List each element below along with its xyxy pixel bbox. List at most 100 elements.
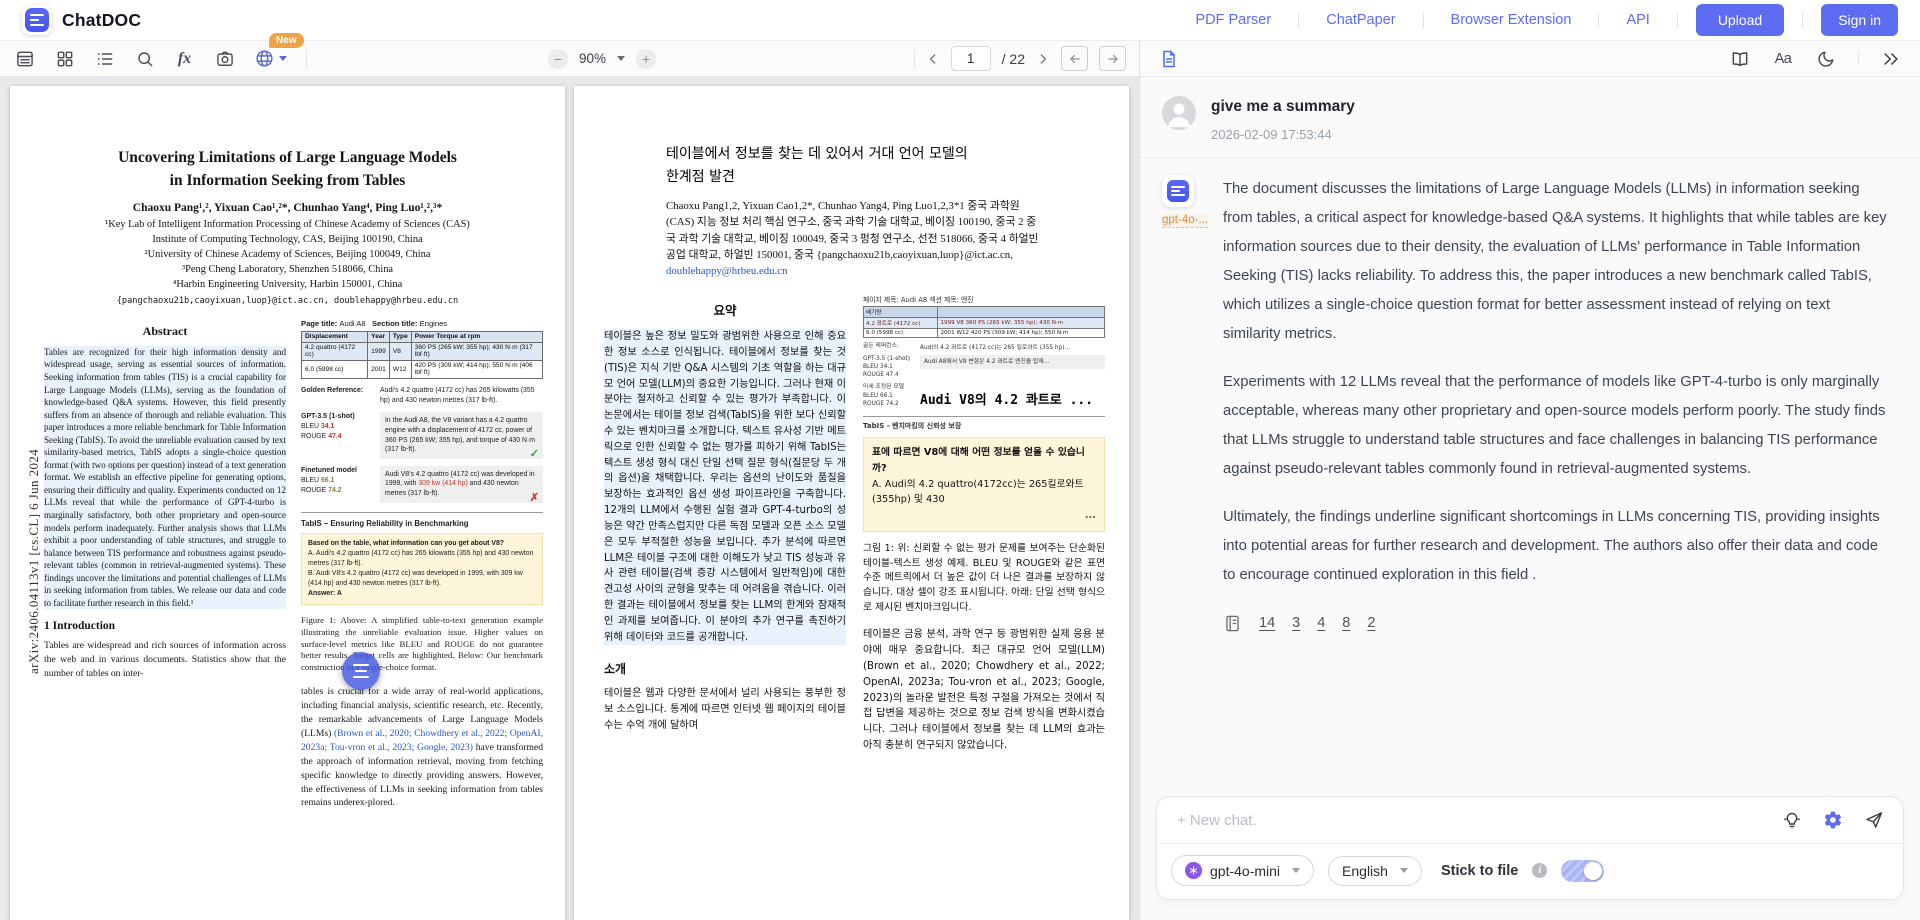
figure-example-table: Displacement Year Type Power Torque at r… (301, 331, 543, 379)
chatdoc-logo-icon (22, 5, 52, 35)
model-tag: gpt-4o-... (1162, 214, 1208, 228)
page-grid-icon[interactable] (54, 48, 75, 69)
translated-abstract-text: 테이블은 높은 정보 밀도와 광범위한 사용으로 인해 중요한 정보 소스로 인… (604, 329, 846, 645)
pdf-canvas-area[interactable]: arXiv:2406.04113v1 [cs.CL] 6 Jun 2024 Un… (0, 77, 1139, 920)
zoom-level[interactable]: 90% (579, 51, 606, 66)
introduction-text: Tables are widespread and rich sources o… (44, 639, 286, 681)
previous-page-icon[interactable] (926, 52, 940, 66)
ai-avatar (1162, 175, 1194, 207)
translated-abstract-heading: 요약 (604, 300, 846, 319)
history-forward-button[interactable] (1099, 46, 1126, 71)
model-selector-value: gpt-4o-mini (1210, 863, 1280, 879)
nav-api[interactable]: API (1599, 12, 1676, 28)
finetuned-output-row: Finetuned model BLEU 66.1 ROUGE 74.2 Aud… (301, 466, 543, 503)
sidebar-toolbar-divider (1858, 51, 1859, 66)
citation-page-link[interactable]: 8 (1342, 609, 1350, 638)
citation-page-link[interactable]: 4 (1317, 609, 1325, 638)
translate-globe-icon (254, 48, 275, 69)
page-navigation: / 22 (914, 46, 1126, 71)
zoom-chevron-down-icon[interactable] (617, 56, 625, 61)
citation-page-link[interactable]: 3 (1292, 609, 1300, 638)
stick-to-file-toggle[interactable] (1561, 860, 1604, 882)
next-page-icon[interactable] (1036, 52, 1050, 66)
paper-authors: Chaoxu Pang¹,², Yixuan Cao¹,²*, Chunhao … (10, 202, 565, 214)
zoom-out-button[interactable]: − (548, 49, 568, 69)
figure-caption: Figure 1: Above: A simplified table-to-t… (301, 615, 543, 674)
arxiv-watermark: arXiv:2406.04113v1 [cs.CL] 6 Jun 2024 (26, 449, 42, 674)
chat-settings-gear-icon[interactable] (1822, 809, 1844, 831)
translated-figure-caption: 그림 1: 위: 신뢰할 수 없는 평가 문제를 보여주는 단순화된 테이블-텍… (863, 542, 1105, 615)
page-total: / 22 (1002, 51, 1025, 67)
translated-body-text: 테이블은 금융 분석, 과학 연구 등 광범위한 실제 응용 분야에 매우 중요… (863, 627, 1105, 754)
benchmark-question-box: Based on the table, what information can… (301, 533, 543, 605)
citation-page-link[interactable]: 2 (1367, 609, 1375, 638)
nav-browser-extension[interactable]: Browser Extension (1424, 12, 1599, 28)
translate-floating-button[interactable] (342, 652, 380, 690)
email-link[interactable]: doublehappy@hrbeu.edu.cn (666, 263, 1087, 279)
ai-paragraph: The document discusses the limitations o… (1223, 175, 1891, 349)
abstract-heading: Abstract (44, 324, 286, 339)
chat-sidebar: Aa (1140, 41, 1920, 920)
toggle-knob (1584, 862, 1602, 880)
toolbar-divider (914, 49, 915, 69)
chatdoc-app: ChatDOC PDF Parser ChatPaper Browser Ext… (0, 0, 1920, 920)
user-avatar (1162, 96, 1196, 130)
source-citations: 14 3 4 8 2 (1223, 609, 1891, 638)
translated-tabis-heading: TabIS - 벤치마킹의 신뢰성 보장 (863, 416, 1105, 431)
open-book-icon[interactable] (1729, 48, 1751, 70)
chat-input[interactable] (1175, 811, 1762, 830)
toolbar-divider (306, 49, 307, 69)
history-back-button[interactable] (1061, 46, 1088, 71)
user-message: give me a summary 2026-02-09 17:53:44 (1140, 77, 1920, 158)
sidebar-toolbar: Aa (1140, 41, 1920, 77)
send-icon[interactable] (1863, 809, 1885, 831)
check-icon: ✓ (530, 447, 539, 462)
message-timestamp: 2026-02-09 17:53:44 (1211, 127, 1355, 142)
ai-message: gpt-4o-... The document discusses the li… (1140, 158, 1920, 638)
ai-paragraph: Experiments with 12 LLMs reveal that the… (1223, 368, 1891, 484)
language-selector[interactable]: English (1328, 856, 1422, 886)
chat-thread: give me a summary 2026-02-09 17:53:44 gp… (1140, 77, 1920, 920)
screenshot-icon[interactable] (214, 48, 235, 69)
translated-intro-heading: 소개 (604, 660, 846, 677)
figure-table-meta: Page title: Audi A8 Section title: Engin… (301, 319, 543, 328)
dark-mode-moon-icon[interactable] (1815, 48, 1837, 70)
nav-divider (1802, 13, 1803, 28)
user-message-text: give me a summary (1211, 96, 1355, 116)
document-icon[interactable] (1158, 48, 1180, 70)
nav-pdf-parser[interactable]: PDF Parser (1168, 12, 1298, 28)
gpt35-output-row: GPT-3.5 (1-shot) BLEU 34.1 ROUGE 47.4 In… (301, 412, 543, 459)
info-icon[interactable]: i (1532, 863, 1547, 878)
page-number-input[interactable] (951, 46, 991, 71)
font-size-icon[interactable]: Aa (1772, 48, 1794, 70)
chevron-down-icon (1400, 868, 1408, 873)
translated-authors: Chaoxu Pang1,2, Yixuan Cao1,2*, Chunhao … (666, 198, 1087, 279)
brand-name: ChatDOC (62, 10, 141, 31)
citation-page-link[interactable]: 14 (1259, 609, 1275, 638)
collapse-panel-icon[interactable] (1880, 48, 1902, 70)
tabis-heading: TabIS – Ensuring Reliability in Benchmar… (301, 512, 543, 528)
signin-button[interactable]: Sign in (1821, 4, 1898, 36)
search-icon[interactable] (134, 48, 155, 69)
nav-chatpaper[interactable]: ChatPaper (1299, 12, 1422, 28)
translated-intro-text: 테이블은 웹과 다양한 문서에서 널리 사용되는 풍부한 정보 소스입니다. 통… (604, 686, 846, 733)
zoom-in-button[interactable]: + (636, 49, 656, 69)
translated-question-box: 표에 따르면 V8에 대해 어떤 정보를 얻을 수 있습니까? A. Audi의… (863, 437, 1105, 531)
new-badge: New (269, 33, 304, 48)
nav-divider (1677, 13, 1678, 28)
brand[interactable]: ChatDOC (22, 5, 141, 35)
outline-list-icon[interactable] (94, 48, 115, 69)
paper-emails: {pangchaoxu21b,caoyixuan,luop}@ict.ac.cn… (10, 296, 565, 306)
figure-1: Page title: Audi A8 Section title: Engin… (301, 319, 543, 674)
prompt-ideas-icon[interactable] (1781, 809, 1803, 831)
language-selector-value: English (1342, 863, 1388, 879)
golden-reference-row: Golden Reference: Audi's 4.2 quattro (41… (301, 386, 543, 405)
pdf-page-english: arXiv:2406.04113v1 [cs.CL] 6 Jun 2024 Un… (10, 86, 565, 920)
thumbnail-panel-icon[interactable] (14, 48, 35, 69)
formula-icon[interactable]: fx (174, 48, 195, 69)
translate-globe-control[interactable]: New (254, 48, 287, 69)
ai-message-body: The document discusses the limitations o… (1223, 175, 1891, 638)
model-selector[interactable]: gpt-4o-mini (1171, 855, 1314, 886)
translated-figure: 페이지 제목: Audi A8 섹션 제목: 엔진 배기량 4.2 콰트로 (4… (863, 294, 1105, 431)
upload-button[interactable]: Upload (1696, 4, 1784, 36)
